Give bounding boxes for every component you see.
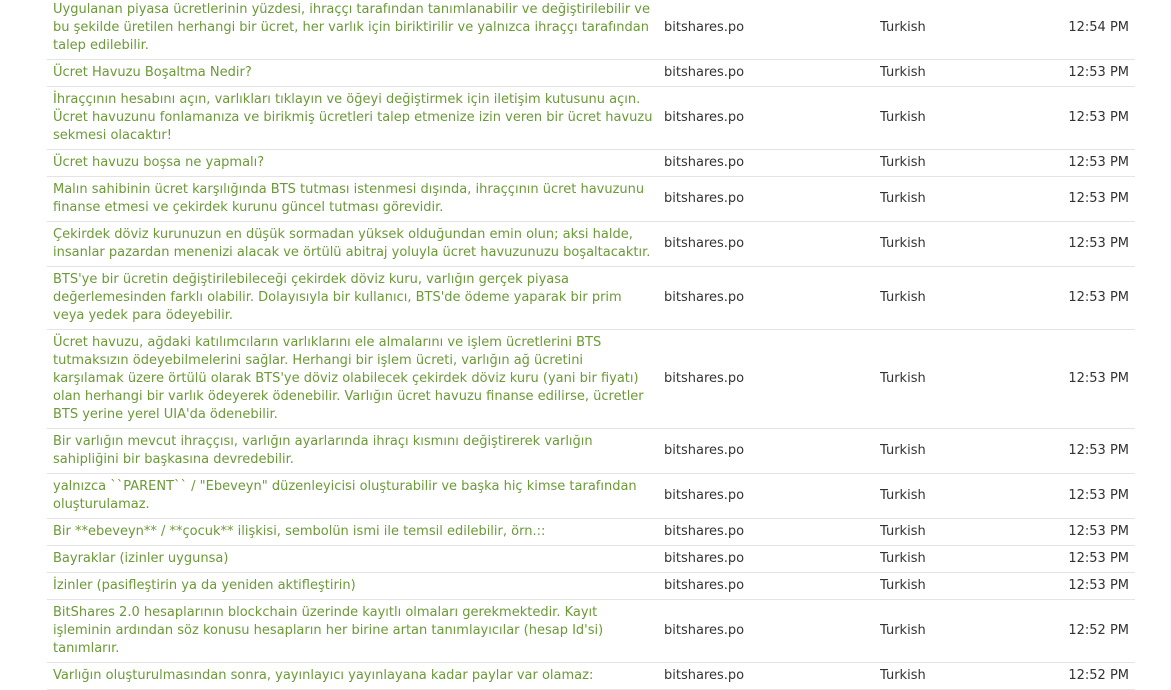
table-row: Malın sahibinin ücret karşılığında BTS t… (47, 176, 1135, 222)
translation-text-cell: yalnızca ``PARENT`` / "Ebeveyn" düzenley… (47, 473, 664, 519)
language-cell: Turkish (880, 266, 1025, 330)
project-file-cell: bitshares.po (664, 59, 880, 87)
table-row: Bir **ebeveyn** / **çocuk** ilişkisi, se… (47, 518, 1135, 546)
translation-text-cell: İhraççının hesabını açın, varlıkları tık… (47, 86, 664, 150)
translation-text-cell: Bir varlığın mevcut ihraççısı, varlığın … (47, 428, 664, 474)
language-cell: Turkish (880, 572, 1025, 600)
timestamp-cell: 12:54 PM (1025, 0, 1135, 60)
language-cell: Turkish (880, 221, 1025, 267)
timestamp-cell: 12:52 PM (1025, 662, 1135, 690)
table-row: BTS'ye bir ücretin değiştirilebileceği ç… (47, 266, 1135, 330)
translation-text-link[interactable]: Bir **ebeveyn** / **çocuk** ilişkisi, se… (53, 524, 545, 539)
translation-text-link[interactable]: Bir varlığın mevcut ihraççısı, varlığın … (53, 434, 593, 467)
timestamp-cell: 12:53 PM (1025, 572, 1135, 600)
translation-text-cell: İzinler (pasifleştirin ya da yeniden akt… (47, 572, 664, 600)
table-row: Ücret havuzu boşsa ne yapmalı? bitshares.… (47, 149, 1135, 177)
table-row: Ücret Havuzu Boşaltma Nedir? bitshares.po… (47, 59, 1135, 87)
project-file-cell: bitshares.po (664, 473, 880, 519)
translation-text-cell: Varlığın oluşturulmasından sonra, yayınl… (47, 662, 664, 690)
table-row: Varlığın oluşturulmasından sonra, yayınl… (47, 662, 1135, 690)
table-row: Bayraklar (izinler uygunsa) bitshares.po T… (47, 545, 1135, 573)
translation-text-cell: BTS'ye bir ücretin değiştirilebileceği ç… (47, 266, 664, 330)
project-file-cell: bitshares.po (664, 329, 880, 429)
translation-text-cell: Malın sahibinin ücret karşılığında BTS t… (47, 176, 664, 222)
table-row: yalnızca ``PARENT`` / "Ebeveyn" düzenley… (47, 473, 1135, 519)
project-file-cell: bitshares.po (664, 0, 880, 60)
translation-text-link[interactable]: İzinler (pasifleştirin ya da yeniden akt… (53, 578, 356, 593)
timestamp-cell: 12:53 PM (1025, 266, 1135, 330)
translation-text-link[interactable]: Ücret havuzu boşsa ne yapmalı? (53, 155, 264, 170)
timestamp-cell: 12:53 PM (1025, 545, 1135, 573)
table-row: Çekirdek döviz kurunuzun en düşük sormad… (47, 221, 1135, 267)
language-cell: Turkish (880, 599, 1025, 663)
language-cell: Turkish (880, 473, 1025, 519)
translation-text-link[interactable]: Malın sahibinin ücret karşılığında BTS t… (53, 182, 644, 215)
translation-text-cell: Ücret Havuzu Boşaltma Nedir? (47, 59, 664, 87)
table-row: BitShares 2.0 hesaplarının blockchain üz… (47, 599, 1135, 663)
project-file-cell: bitshares.po (664, 662, 880, 690)
language-cell: Turkish (880, 149, 1025, 177)
project-file-cell: bitshares.po (664, 176, 880, 222)
timestamp-cell: 12:53 PM (1025, 59, 1135, 87)
translation-text-link[interactable]: Çekirdek döviz kurunuzun en düşük sormad… (53, 227, 650, 260)
translation-text-cell: BitShares 2.0 hesaplarının blockchain üz… (47, 599, 664, 663)
translation-text-cell: Ücret havuzu, ağdaki katılımcıların varl… (47, 329, 664, 429)
project-file-cell: bitshares.po (664, 545, 880, 573)
timestamp-cell: 12:53 PM (1025, 473, 1135, 519)
timestamp-cell: 12:53 PM (1025, 518, 1135, 546)
project-file-cell: bitshares.po (664, 86, 880, 150)
timestamp-cell: 12:52 PM (1025, 599, 1135, 663)
translation-text-link[interactable]: İhraççının hesabını açın, varlıkları tık… (53, 92, 652, 143)
language-cell: Turkish (880, 86, 1025, 150)
project-file-cell: bitshares.po (664, 149, 880, 177)
translations-table-body: Uygulanan piyasa ücretlerinin yüzdesi, i… (47, 0, 1135, 690)
project-file-cell: bitshares.po (664, 221, 880, 267)
language-cell: Turkish (880, 59, 1025, 87)
language-cell: Turkish (880, 518, 1025, 546)
language-cell: Turkish (880, 662, 1025, 690)
project-file-cell: bitshares.po (664, 428, 880, 474)
timestamp-cell: 12:53 PM (1025, 428, 1135, 474)
translation-text-cell: Ücret havuzu boşsa ne yapmalı? (47, 149, 664, 177)
language-cell: Turkish (880, 329, 1025, 429)
timestamp-cell: 12:53 PM (1025, 176, 1135, 222)
project-file-cell: bitshares.po (664, 599, 880, 663)
translation-text-cell: Çekirdek döviz kurunuzun en düşük sormad… (47, 221, 664, 267)
translation-text-cell: Bir **ebeveyn** / **çocuk** ilişkisi, se… (47, 518, 664, 546)
language-cell: Turkish (880, 0, 1025, 60)
translation-text-link[interactable]: Ücret Havuzu Boşaltma Nedir? (53, 65, 252, 80)
translation-text-cell: Bayraklar (izinler uygunsa) (47, 545, 664, 573)
timestamp-cell: 12:53 PM (1025, 221, 1135, 267)
timestamp-cell: 12:53 PM (1025, 86, 1135, 150)
table-row: İzinler (pasifleştirin ya da yeniden akt… (47, 572, 1135, 600)
translation-text-link[interactable]: Uygulanan piyasa ücretlerinin yüzdesi, i… (53, 2, 650, 53)
timestamp-cell: 12:53 PM (1025, 329, 1135, 429)
translation-text-link[interactable]: Bayraklar (izinler uygunsa) (53, 551, 228, 566)
language-cell: Turkish (880, 176, 1025, 222)
translation-text-link[interactable]: yalnızca ``PARENT`` / "Ebeveyn" düzenley… (53, 479, 637, 512)
language-cell: Turkish (880, 428, 1025, 474)
translation-text-link[interactable]: Varlığın oluşturulmasından sonra, yayınl… (53, 668, 593, 683)
translations-table: Uygulanan piyasa ücretlerinin yüzdesi, i… (47, 0, 1135, 690)
language-cell: Turkish (880, 545, 1025, 573)
table-row: Bir varlığın mevcut ihraççısı, varlığın … (47, 428, 1135, 474)
project-file-cell: bitshares.po (664, 266, 880, 330)
table-row: İhraççının hesabını açın, varlıkları tık… (47, 86, 1135, 150)
timestamp-cell: 12:53 PM (1025, 149, 1135, 177)
project-file-cell: bitshares.po (664, 518, 880, 546)
table-row: Uygulanan piyasa ücretlerinin yüzdesi, i… (47, 0, 1135, 60)
table-row: Ücret havuzu, ağdaki katılımcıların varl… (47, 329, 1135, 429)
project-file-cell: bitshares.po (664, 572, 880, 600)
translation-text-cell: Uygulanan piyasa ücretlerinin yüzdesi, i… (47, 0, 664, 60)
translation-text-link[interactable]: Ücret havuzu, ağdaki katılımcıların varl… (53, 335, 644, 422)
translation-text-link[interactable]: BTS'ye bir ücretin değiştirilebileceği ç… (53, 272, 622, 323)
recent-translations-list: Uygulanan piyasa ücretlerinin yüzdesi, i… (47, 0, 1135, 690)
